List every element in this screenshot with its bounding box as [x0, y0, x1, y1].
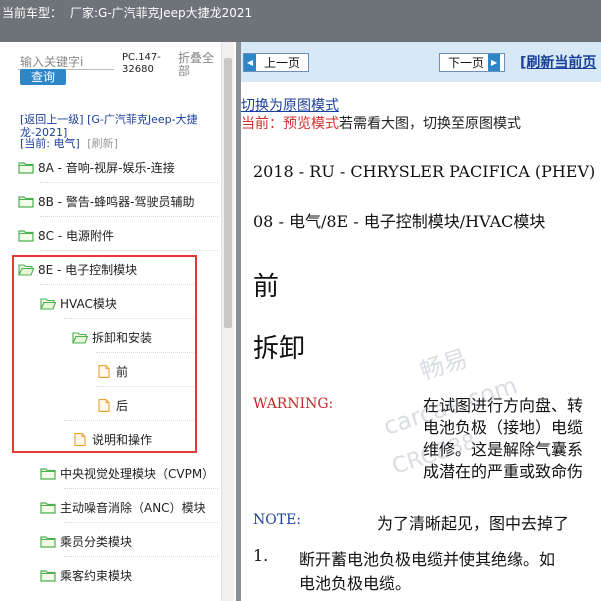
folder-icon — [18, 229, 34, 242]
tree-item-label: 8C - 电源附件 — [38, 228, 114, 243]
prev-page-label: 上一页 — [264, 56, 301, 70]
prev-page-button[interactable]: ◀ 上一页 — [243, 53, 309, 72]
tree-item-occupant-classification[interactable]: 乘员分类模块 — [40, 530, 132, 552]
scrollbar-thumb[interactable] — [224, 58, 232, 328]
tree-item-8c[interactable]: 8C - 电源附件 — [18, 224, 114, 246]
tree-item-label: 拆卸和安装 — [92, 330, 153, 345]
tree-item-cvpm[interactable]: 中央视觉处理模块（CVPM） — [40, 462, 214, 484]
next-page-label: 下一页 — [448, 56, 485, 70]
document-icon — [96, 398, 112, 412]
doc-section-removal: 拆卸 — [253, 334, 306, 364]
folder-icon — [18, 195, 34, 208]
tree-item-label: 说明和操作 — [92, 432, 153, 447]
divider — [64, 556, 218, 557]
tree-item-label: 8A - 音响-视屏-娱乐-连接 — [38, 160, 175, 175]
search-input[interactable] — [18, 54, 114, 70]
refresh-tree-button[interactable]: [刷新] — [87, 137, 118, 150]
sidebar: 查询 PC.147-32680 折叠全部 [返回上一级] [G-广汽菲克Jeep… — [0, 42, 236, 601]
warning-line: 维修。这是解除气囊系 — [423, 440, 584, 459]
note-label: NOTE: — [253, 512, 302, 528]
folder-open-icon — [18, 263, 35, 276]
back-link[interactable]: [返回上一级] [G-广汽菲克Jeep-大捷龙-2021] — [20, 113, 216, 139]
tree-item-label: 前 — [116, 364, 129, 379]
tree-item-label: 乘客约束模块 — [60, 568, 133, 583]
folder-icon — [40, 467, 56, 480]
refresh-page-link[interactable]: [刷新当前页 — [520, 52, 596, 72]
mode-suffix: 若需看大图，切换至原图模式 — [339, 116, 521, 132]
arrow-right-icon: ▶ — [488, 54, 501, 71]
tree-item-label: 8E - 电子控制模块 — [38, 262, 138, 277]
tree-item-label: HVAC模块 — [60, 296, 117, 311]
collapse-all-button[interactable]: 折叠全部 — [178, 52, 222, 78]
tree-item-label: 8B - 警告-蜂鸣器-驾驶员辅助 — [38, 194, 195, 209]
warning-label: WARNING: — [253, 396, 334, 412]
tree-item-label: 乘员分类模块 — [60, 534, 133, 549]
document-icon — [96, 364, 112, 378]
current-location: [当前: 电气] [刷新] — [20, 137, 118, 150]
watermark: 畅易 — [416, 344, 471, 386]
step-line: 电池负极电缆。 — [299, 574, 412, 593]
divider — [40, 284, 194, 285]
tree-item-label: 主动噪音消除（ANC）模块 — [60, 500, 206, 515]
divider — [64, 488, 218, 489]
folder-open-icon — [72, 331, 89, 344]
page-nav-bar: ◀ 上一页 下一页 ▶ [刷新当前页 — [241, 42, 601, 82]
next-page-button[interactable]: 下一页 ▶ — [439, 53, 505, 72]
mode-prefix: 当前：预览模式 — [241, 116, 339, 132]
current-label: [当前: 电气] — [20, 137, 80, 150]
folder-icon — [40, 569, 56, 582]
tree-item-label: 中央视觉处理模块（CVPM） — [60, 466, 215, 481]
note-text: 为了清晰起见，图中去掉了 — [377, 514, 570, 533]
step-line: 断开蓄电池负极电缆并使其绝缘。如 — [299, 550, 556, 569]
folder-open-icon — [40, 297, 57, 310]
divider — [40, 182, 218, 183]
tree-item-8a[interactable]: 8A - 音响-视屏-娱乐-连接 — [18, 156, 175, 178]
step-number: 1. — [253, 546, 269, 565]
folder-icon — [40, 535, 56, 548]
tree-item-front[interactable]: 前 — [96, 360, 128, 382]
vehicle-value: 厂家:G-广汽菲克Jeep大捷龙2021 — [70, 6, 253, 20]
divider — [64, 420, 194, 421]
query-button[interactable]: 查询 — [20, 69, 66, 85]
doc-heading-section: 08 - 电气/8E - 电子控制模块/HVAC模块 — [253, 212, 546, 231]
title-bar: 当前车型： 厂家:G-广汽菲克Jeep大捷龙2021 — [0, 0, 601, 42]
vehicle-label: 当前车型： — [2, 6, 63, 20]
document-viewer: ◀ 上一页 下一页 ▶ [刷新当前页 切换为原图模式 当前：预览模式若需看大图，… — [241, 42, 601, 601]
tree-item-8e[interactable]: 8E - 电子控制模块 — [18, 258, 137, 280]
tree-item-hvac[interactable]: HVAC模块 — [40, 292, 117, 314]
tree-item-removal-install[interactable]: 拆卸和安装 — [72, 326, 152, 348]
sidebar-scrollbar[interactable] — [221, 42, 234, 601]
divider — [96, 352, 194, 353]
warning-line: 电池负极（接地）电缆 — [423, 418, 584, 437]
tree-item-rear[interactable]: 后 — [96, 394, 128, 416]
tree-item-description[interactable]: 说明和操作 — [72, 428, 152, 450]
doc-section-front: 前 — [253, 272, 280, 302]
divider — [64, 522, 218, 523]
doc-heading-model: 2018 - RU - CHRYSLER PACIFICA (PHEV) — [253, 162, 596, 181]
switch-original-mode-link[interactable]: 切换为原图模式 — [241, 95, 339, 115]
divider — [40, 216, 218, 217]
folder-icon — [40, 501, 56, 514]
divider — [40, 250, 218, 251]
divider — [64, 318, 194, 319]
warning-line: 在试图进行方向盘、转 — [423, 396, 584, 415]
tree-item-8b[interactable]: 8B - 警告-蜂鸣器-驾驶员辅助 — [18, 190, 195, 212]
tree-item-anc[interactable]: 主动噪音消除（ANC）模块 — [40, 496, 206, 518]
folder-icon — [18, 161, 34, 174]
arrow-left-icon: ◀ — [244, 54, 256, 71]
divider — [96, 386, 194, 387]
tree-item-passenger-restraint[interactable]: 乘客约束模块 — [40, 564, 132, 586]
tree-item-label: 后 — [116, 398, 129, 413]
pc-code: PC.147-32680 — [122, 52, 161, 75]
warning-line: 成潜在的严重或致命伤 — [423, 462, 584, 481]
mode-status: 当前：预览模式若需看大图，切换至原图模式 — [241, 113, 521, 133]
document-icon — [72, 432, 88, 446]
